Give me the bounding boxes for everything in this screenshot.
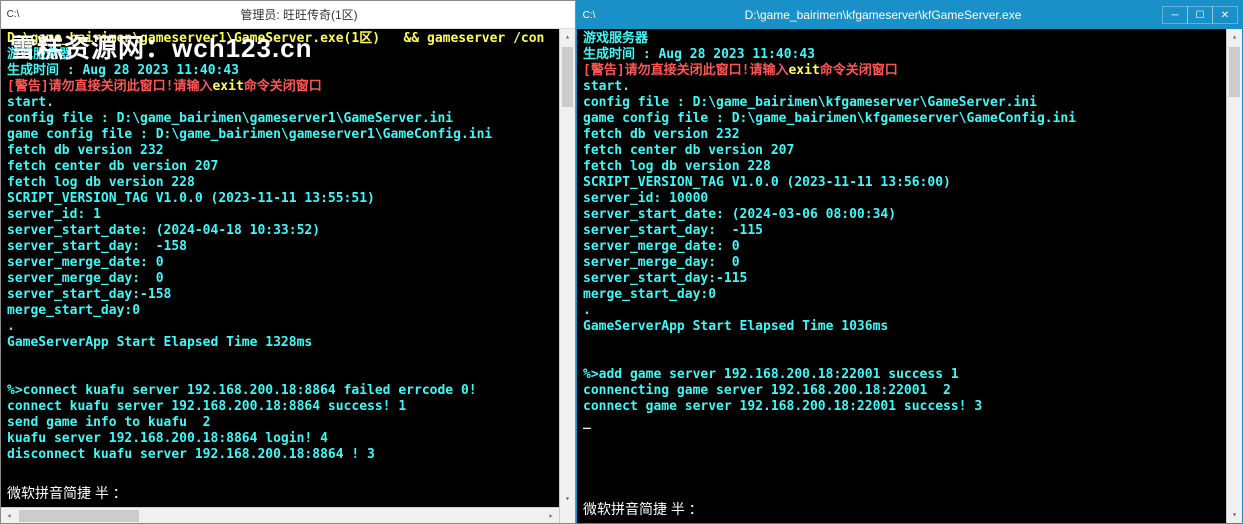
console-line: server_start_day: -115 bbox=[583, 223, 1220, 239]
console-line: server_start_date: (2024-04-18 10:33:52) bbox=[7, 223, 553, 239]
scroll-up-icon[interactable]: ▴ bbox=[1227, 29, 1242, 45]
console-line: disconnect kuafu server 192.168.200.18:8… bbox=[7, 447, 553, 463]
cmd-icon: C:\ bbox=[5, 7, 21, 23]
console-line: fetch center db version 207 bbox=[583, 143, 1220, 159]
console-line: %>add game server 192.168.200.18:22001 s… bbox=[583, 367, 1220, 383]
window-title-right: D:\game_bairimen\kfgameserver\kfGameServ… bbox=[603, 8, 1163, 22]
console-line: connect game server 192.168.200.18:22001… bbox=[583, 399, 1220, 415]
console-line: [警告]请勿直接关闭此窗口!请输入exit命令关闭窗口 bbox=[583, 63, 1220, 79]
console-window-left: C:\ 管理员: 旺旺传奇(1区) D:\game_bairimen\games… bbox=[0, 0, 576, 524]
scrollbar-vertical-left[interactable]: ▴ ▾ bbox=[559, 29, 575, 523]
maximize-button[interactable]: ☐ bbox=[1187, 6, 1213, 24]
console-line: server_id: 1 bbox=[7, 207, 553, 223]
console-line: fetch db version 232 bbox=[583, 127, 1220, 143]
console-line: SCRIPT_VERSION_TAG V1.0.0 (2023-11-11 13… bbox=[7, 191, 553, 207]
scrollbar-thumb-h[interactable] bbox=[19, 510, 139, 522]
console-output-left[interactable]: D:\game_bairimen\gameserver1\GameServer.… bbox=[1, 29, 559, 507]
console-line: D:\game_bairimen\gameserver1\GameServer.… bbox=[7, 31, 553, 47]
console-line: 生成时间 : Aug 28 2023 11:40:43 bbox=[7, 63, 553, 79]
console-line: server_merge_day: 0 bbox=[7, 271, 553, 287]
scrollbar-vertical-right[interactable]: ▴ ▾ bbox=[1226, 29, 1242, 523]
console-line: 生成时间 : Aug 28 2023 11:40:43 bbox=[583, 47, 1220, 63]
scrollbar-thumb[interactable] bbox=[1229, 47, 1240, 97]
console-line: config file : D:\game_bairimen\gameserve… bbox=[7, 111, 553, 127]
console-line: server_merge_date: 0 bbox=[7, 255, 553, 271]
scroll-up-icon[interactable]: ▴ bbox=[560, 29, 575, 45]
console-line bbox=[583, 351, 1220, 367]
console-line: server_merge_date: 0 bbox=[583, 239, 1220, 255]
console-line: %>connect kuafu server 192.168.200.18:88… bbox=[7, 383, 553, 399]
console-line: send game info to kuafu 2 bbox=[7, 415, 553, 431]
console-line: GameServerApp Start Elapsed Time 1036ms bbox=[583, 319, 1220, 335]
console-line: . bbox=[583, 303, 1220, 319]
console-line: connencting game server 192.168.200.18:2… bbox=[583, 383, 1220, 399]
console-line: kuafu server 192.168.200.18:8864 login! … bbox=[7, 431, 553, 447]
console-window-right: C:\ D:\game_bairimen\kfgameserver\kfGame… bbox=[576, 0, 1243, 524]
scroll-down-icon[interactable]: ▾ bbox=[1227, 507, 1242, 523]
scrollbar-horizontal-left[interactable]: ◂ ▸ bbox=[1, 507, 559, 523]
console-line: server_id: 10000 bbox=[583, 191, 1220, 207]
console-line: SCRIPT_VERSION_TAG V1.0.0 (2023-11-11 13… bbox=[583, 175, 1220, 191]
console-line: [警告]请勿直接关闭此窗口!请输入exit命令关闭窗口 bbox=[7, 79, 553, 95]
console-line: start. bbox=[583, 79, 1220, 95]
console-line: server_merge_day: 0 bbox=[583, 255, 1220, 271]
console-line: _ bbox=[583, 415, 1220, 431]
console-line: merge_start_day:0 bbox=[583, 287, 1220, 303]
scroll-right-icon[interactable]: ▸ bbox=[543, 508, 559, 523]
console-line bbox=[7, 367, 553, 383]
scrollbar-thumb[interactable] bbox=[562, 47, 573, 107]
console-line: start. bbox=[7, 95, 553, 111]
console-line: fetch log db version 228 bbox=[7, 175, 553, 191]
ime-status-right: 微软拼音简捷 半 ： bbox=[583, 499, 703, 519]
console-line: config file : D:\game_bairimen\kfgameser… bbox=[583, 95, 1220, 111]
console-line: server_start_day: -158 bbox=[7, 239, 553, 255]
console-line bbox=[7, 351, 553, 367]
console-line: connect kuafu server 192.168.200.18:8864… bbox=[7, 399, 553, 415]
scroll-left-icon[interactable]: ◂ bbox=[1, 508, 17, 523]
close-button[interactable]: ✕ bbox=[1212, 6, 1238, 24]
titlebar-right[interactable]: C:\ D:\game_bairimen\kfgameserver\kfGame… bbox=[577, 1, 1242, 29]
console-line: fetch log db version 228 bbox=[583, 159, 1220, 175]
console-line: game config file : D:\game_bairimen\game… bbox=[7, 127, 553, 143]
console-line bbox=[583, 335, 1220, 351]
console-line: server_start_date: (2024-03-06 08:00:34) bbox=[583, 207, 1220, 223]
console-line: 游戏服务器 bbox=[583, 31, 1220, 47]
console-line: . bbox=[7, 319, 553, 335]
cmd-icon: C:\ bbox=[581, 7, 597, 23]
minimize-button[interactable]: ─ bbox=[1162, 6, 1188, 24]
console-line: fetch db version 232 bbox=[7, 143, 553, 159]
console-line: server_start_day:-115 bbox=[583, 271, 1220, 287]
window-title-left: 管理员: 旺旺传奇(1区) bbox=[27, 6, 571, 23]
console-output-right[interactable]: 游戏服务器生成时间 : Aug 28 2023 11:40:43[警告]请勿直接… bbox=[577, 29, 1226, 523]
console-line: GameServerApp Start Elapsed Time 1328ms bbox=[7, 335, 553, 351]
console-line: merge_start_day:0 bbox=[7, 303, 553, 319]
ime-status-left: 微软拼音简捷 半 ： bbox=[7, 483, 127, 503]
scroll-down-icon[interactable]: ▾ bbox=[560, 491, 575, 507]
titlebar-left[interactable]: C:\ 管理员: 旺旺传奇(1区) bbox=[1, 1, 575, 29]
console-line: fetch center db version 207 bbox=[7, 159, 553, 175]
console-line: game config file : D:\game_bairimen\kfga… bbox=[583, 111, 1220, 127]
window-controls: ─ ☐ ✕ bbox=[1163, 6, 1238, 24]
console-line: 游戏服务器 bbox=[7, 47, 553, 63]
console-line: server_start_day:-158 bbox=[7, 287, 553, 303]
